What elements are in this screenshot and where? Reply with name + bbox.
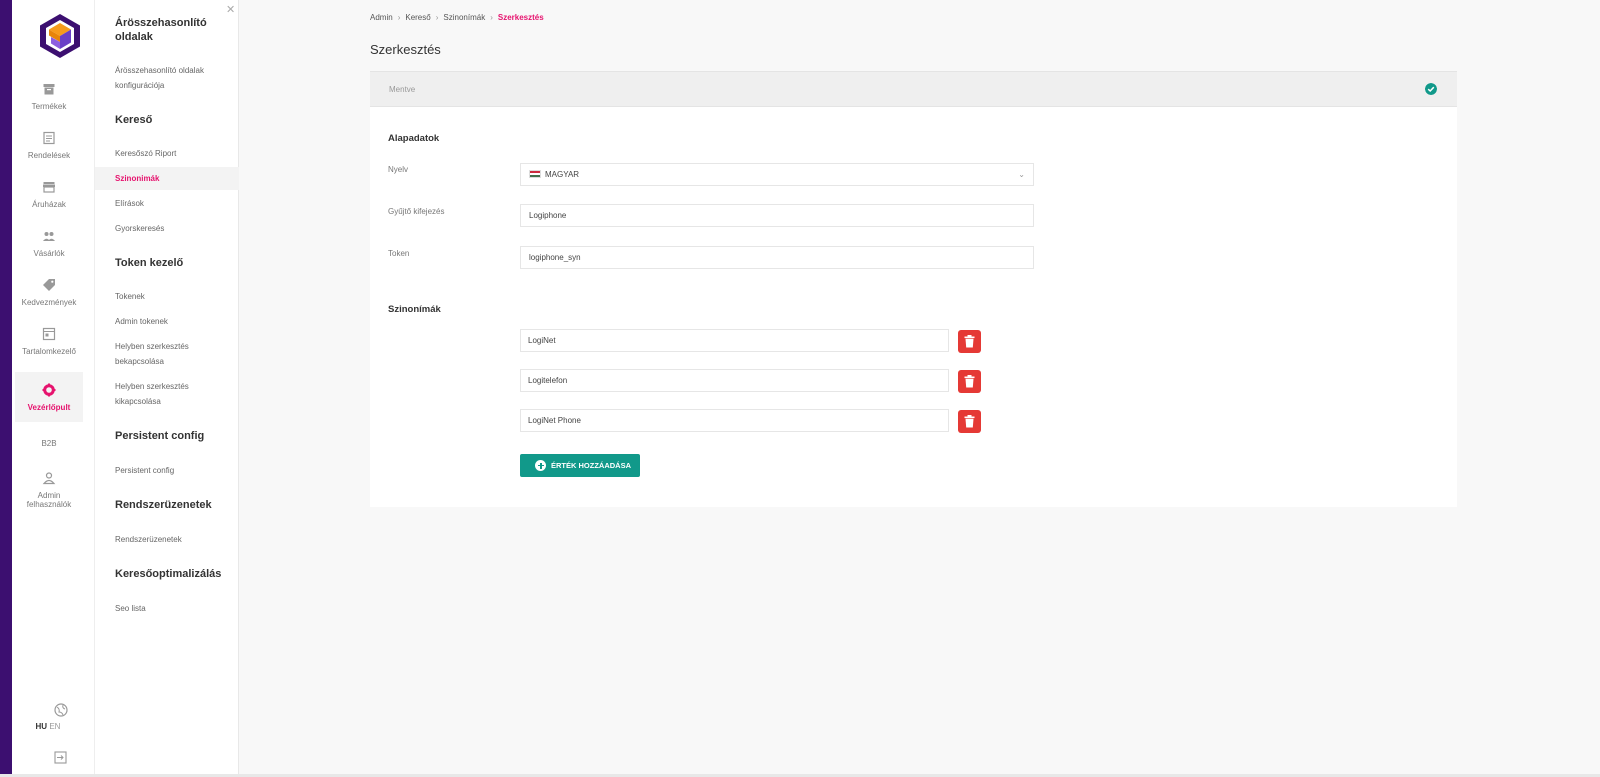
gear-icon [42,383,56,397]
chevron-right-icon: › [397,13,401,22]
rail-label: Tartalomkezelő [22,347,76,356]
rail-item-aruhazak[interactable]: Áruházak [15,180,83,209]
trash-icon [964,375,975,388]
rail-label: Áruházak [32,200,66,209]
check-circle-icon [1425,83,1437,95]
submenu-link-keresoszo-riport[interactable]: Keresőszó Riport [115,146,220,161]
lang-en[interactable]: EN [49,722,60,731]
trash-icon [964,335,975,348]
rail-item-b2b[interactable]: B2B [15,439,83,448]
submenu-link-helyben-kikapcsolas[interactable]: Helyben szerkesztés kikapcsolása [115,379,220,409]
rail-item-vezerlopult[interactable]: Vezérlőpult [15,372,83,422]
archive-icon [43,84,55,95]
close-icon[interactable]: ✕ [226,3,235,16]
language-switcher: HU EN [12,722,84,731]
trash-icon [964,415,975,428]
submenu-heading-keresooptimalizalas: Keresőoptimalizálás [115,568,222,580]
chevron-right-icon: › [435,13,439,22]
people-icon [43,232,55,241]
rail-label: Rendelések [27,151,71,160]
page-title: Szerkesztés [370,42,441,57]
submenu-link-gyorskereses[interactable]: Gyorskeresés [115,221,220,236]
rail-item-termekek[interactable]: Termékek [15,82,83,111]
submenu-heading-persistent-config: Persistent config [115,430,205,442]
rail-item-rendelesek[interactable]: Rendelések [15,131,83,160]
language-value: MAGYAR [545,170,580,179]
submenu-link-arosszehasonlito-konfig[interactable]: Árösszehasonlító oldalak konfigurációja [115,63,220,93]
section-title-alapadatok: Alapadatok [388,133,440,144]
rail-label: Vásárlók [33,249,65,258]
add-value-button[interactable]: ÉRTÉK HOZZÁADÁSA [520,454,640,477]
plus-circle-icon [535,460,546,471]
receipt-icon [43,131,55,145]
submenu-heading-rendszeruzenetek: Rendszerüzenetek [115,499,212,511]
token-input[interactable]: logiphone_syn [520,246,1034,269]
submenu-link-rendszeruzenetek[interactable]: Rendszerüzenetek [115,532,220,547]
status-bar: Mentve [370,71,1457,107]
submenu-heading-arosszehasonlito: Árösszehasonlító oldalak [115,17,207,43]
collector-input[interactable]: Logiphone [520,204,1034,227]
store-icon [43,182,55,193]
submenu-heading-token-kezelo: Token kezelő [115,257,184,269]
rail-label: Vezérlőpult [27,403,71,412]
add-value-label: ÉRTÉK HOZZÁADÁSA [551,461,631,470]
synonym-input[interactable]: LogiNet Phone [520,409,949,432]
submenu-link-helyben-bekapcsolas[interactable]: Helyben szerkesztés bekapcsolása [115,339,220,369]
collector-label: Gyűjtő kifejezés [388,207,445,216]
status-text: Mentve [389,85,416,94]
chevron-down-icon: ⌄ [1018,170,1025,179]
rail-item-tartalomkezelo[interactable]: Tartalomkezelő [15,327,83,356]
breadcrumb-admin[interactable]: Admin [370,13,393,22]
submenu-link-szinonimak[interactable]: Szinonimák [115,171,220,186]
rail-label: Termékek [31,102,67,111]
hungary-flag-icon [529,170,541,178]
delete-synonym-button[interactable] [958,370,981,393]
breadcrumb-kereso[interactable]: Kereső [405,13,430,22]
language-select[interactable]: MAGYAR ⌄ [520,163,1034,186]
rail-label: B2B [41,439,57,448]
tag-icon [43,279,55,291]
section-title-szinonimak: Szinonímák [388,304,441,315]
submenu-link-seo-lista[interactable]: Seo lista [115,601,220,616]
rail-item-kedvezmenyek[interactable]: Kedvezmények [15,278,83,307]
submenu-link-elirasok[interactable]: Elírások [115,196,220,211]
token-label: Token [388,249,410,258]
synonym-input[interactable]: LogiNet [520,329,949,352]
breadcrumb: Admin › Kereső › Szinonímák › Szerkesztés [370,13,544,22]
language-label: Nyelv [388,165,409,174]
submenu-link-persistent-config[interactable]: Persistent config [115,463,220,478]
submenu-link-admin-tokenek[interactable]: Admin tokenek [115,314,220,329]
chevron-right-icon: › [490,13,493,22]
delete-synonym-button[interactable] [958,410,981,433]
lang-hu[interactable]: HU [36,722,48,731]
breadcrumb-current: Szerkesztés [497,13,544,22]
rail-item-vasarlok[interactable]: Vásárlók [15,229,83,258]
app-logo[interactable] [37,12,83,60]
content-icon [42,327,56,341]
synonym-input[interactable]: Logitelefon [520,369,949,392]
delete-synonym-button[interactable] [958,330,981,353]
user-icon [42,472,56,485]
globe-icon[interactable] [54,703,68,717]
edit-card: Mentve Alapadatok Nyelv MAGYAR ⌄ Gyűjtő … [370,71,1457,507]
submenu-link-tokenek[interactable]: Tokenek [115,289,220,304]
logout-icon[interactable] [54,751,67,764]
rail-label: Kedvezmények [21,298,77,307]
left-accent-stripe [0,0,12,777]
rail-item-admin-felhasznalok[interactable]: Admin felhasználók [15,471,83,509]
submenu-heading-kereso: Kereső [115,114,153,126]
breadcrumb-szinonimak[interactable]: Szinonímák [443,13,485,22]
rail-label: Admin felhasználók [26,491,72,509]
